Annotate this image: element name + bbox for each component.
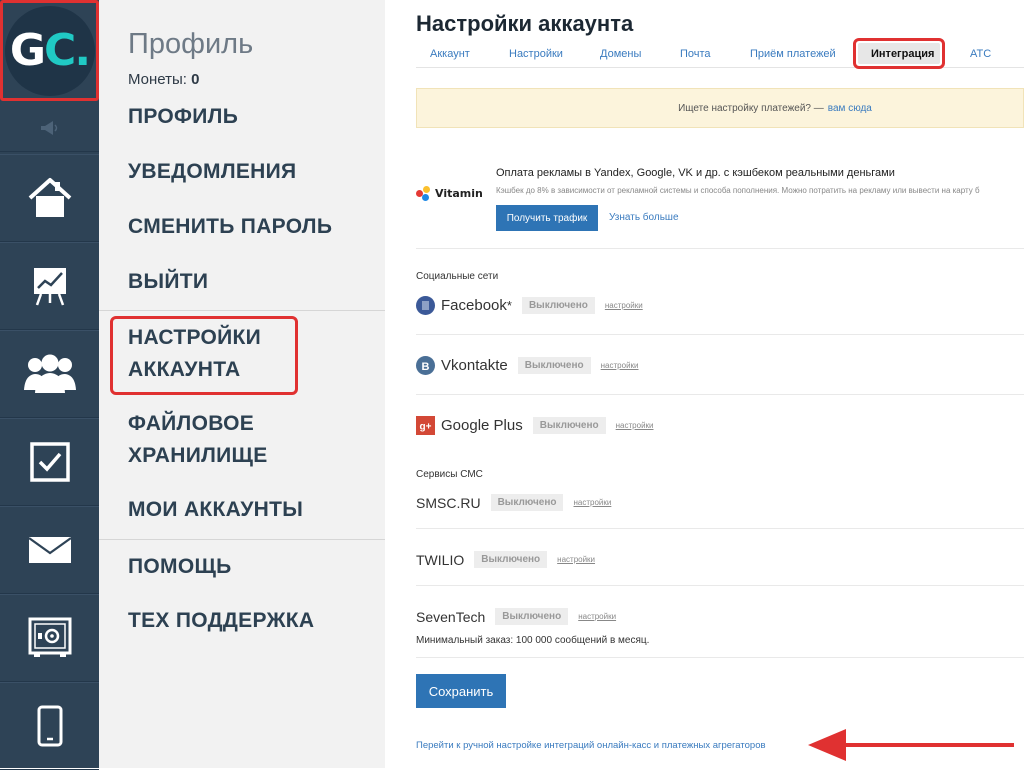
service-smsc: SMSC.RU Выключено настройки: [416, 494, 611, 511]
save-button[interactable]: Сохранить: [416, 674, 506, 708]
service-twilio: TWILIO Выключено настройки: [416, 551, 595, 568]
service-google-plus: g+ Google Plus Выключено настройки: [416, 416, 654, 435]
status-badge[interactable]: Выключено: [517, 357, 591, 374]
status-badge[interactable]: Выключено: [474, 551, 548, 568]
banner-link[interactable]: вам сюда: [828, 103, 872, 114]
learn-more-link[interactable]: Узнать больше: [609, 212, 679, 223]
tab-payments[interactable]: Приём платежей: [750, 48, 836, 60]
payments-banner: Ищете настройку платежей? — вам сюда: [416, 88, 1024, 128]
integration-tab-highlight: [853, 38, 945, 69]
service-name: SevenTech: [416, 608, 486, 625]
get-traffic-button[interactable]: Получить трафик: [496, 205, 598, 231]
mail-icon[interactable]: [0, 506, 99, 594]
menu-item-logout[interactable]: ВЫЙТИ: [128, 266, 208, 298]
settings-link[interactable]: настройки: [578, 612, 616, 621]
menu-item-tech-support[interactable]: ТЕХ ПОДДЕРЖКА: [128, 605, 314, 637]
main-content: Настройки аккаунта Аккаунт Настройки Дом…: [385, 0, 1024, 768]
divider: [416, 248, 1024, 249]
service-name: Vkontakte: [441, 357, 508, 374]
users-icon[interactable]: [0, 330, 99, 418]
annotation-arrow: [808, 729, 1014, 761]
status-badge[interactable]: Выключено: [490, 494, 564, 511]
tab-pbx[interactable]: АТС: [970, 48, 991, 60]
service-seventech: SevenTech Выключено настройки: [416, 608, 616, 625]
svg-text:g+: g+: [420, 422, 432, 433]
settings-link[interactable]: настройки: [601, 361, 639, 370]
tab-settings[interactable]: Настройки: [509, 48, 563, 60]
menu-divider: [99, 310, 385, 311]
menu-item-file-storage[interactable]: ФАЙЛОВОЕ ХРАНИЛИЩЕ: [128, 408, 268, 472]
vitamin-logo-text: Vitamin: [435, 187, 483, 200]
social-section-label: Социальные сети: [416, 271, 499, 282]
chart-icon[interactable]: [0, 242, 99, 330]
status-badge[interactable]: Выключено: [532, 417, 606, 434]
menu-item-file-storage-line2: ХРАНИЛИЩЕ: [128, 444, 268, 467]
vitamin-logo-icon: [416, 186, 431, 201]
home-icon[interactable]: [0, 154, 99, 242]
status-badge[interactable]: Выключено: [521, 297, 595, 314]
menu-item-help[interactable]: ПОМОЩЬ: [128, 551, 232, 583]
vitamin-title: Оплата рекламы в Yandex, Google, VK и др…: [496, 167, 895, 179]
google-plus-icon: g+: [416, 416, 435, 435]
service-name-asterisk: *: [506, 298, 512, 313]
tab-account[interactable]: Аккаунт: [430, 48, 470, 60]
service-facebook: Facebook * Выключено настройки: [416, 296, 643, 315]
menu-item-change-password[interactable]: СМЕНИТЬ ПАРОЛЬ: [128, 211, 332, 243]
divider: [416, 334, 1024, 335]
divider: [416, 528, 1024, 529]
vkontakte-icon: B: [416, 356, 435, 375]
megaphone-icon[interactable]: [0, 104, 99, 152]
service-name: Facebook: [441, 297, 507, 314]
menu-item-my-accounts[interactable]: МОИ АККАУНТЫ: [128, 494, 303, 526]
icon-rail: GC.: [0, 0, 99, 770]
tab-mail[interactable]: Почта: [680, 48, 711, 60]
page-title: Настройки аккаунта: [416, 11, 634, 36]
phone-icon[interactable]: [0, 682, 99, 770]
settings-link[interactable]: настройки: [616, 421, 654, 430]
sms-section-label: Сервисы СМС: [416, 469, 483, 480]
coins-balance: Монеты: 0: [128, 71, 199, 88]
settings-link[interactable]: настройки: [605, 301, 643, 310]
safe-icon[interactable]: [0, 594, 99, 682]
banner-text: Ищете настройку платежей? —: [678, 102, 824, 114]
menu-divider: [99, 539, 385, 540]
settings-link[interactable]: настройки: [573, 498, 611, 507]
logo-highlight[interactable]: GC.: [0, 0, 99, 101]
service-name: SMSC.RU: [416, 494, 481, 511]
manual-integration-link[interactable]: Перейти к ручной настройке интеграций он…: [416, 740, 766, 751]
divider: [416, 585, 1024, 586]
status-badge[interactable]: Выключено: [495, 608, 569, 625]
tab-domains[interactable]: Домены: [600, 48, 641, 60]
service-name: Google Plus: [441, 417, 523, 434]
seventech-note: Минимальный заказ: 100 000 сообщений в м…: [416, 635, 650, 646]
divider: [416, 394, 1024, 395]
service-vkontakte: B Vkontakte Выключено настройки: [416, 356, 639, 375]
coins-value: 0: [191, 71, 200, 88]
menu-title: Профиль: [128, 28, 254, 60]
settings-link[interactable]: настройки: [557, 555, 595, 564]
divider: [416, 657, 1024, 658]
menu-item-file-storage-line1: ФАЙЛОВОЕ: [128, 412, 255, 435]
checkbox-icon[interactable]: [0, 418, 99, 506]
vitamin-description: Кэшбек до 8% в зависимости от рекламной …: [496, 186, 980, 195]
service-name: TWILIO: [416, 551, 465, 568]
account-settings-highlight: [110, 316, 298, 395]
svg-text:B: B: [422, 361, 430, 373]
coins-label: Монеты:: [128, 71, 187, 88]
menu-item-profile[interactable]: ПРОФИЛЬ: [128, 101, 238, 133]
logo[interactable]: GC.: [4, 5, 95, 96]
menu-item-notifications[interactable]: УВЕДОМЛЕНИЯ: [128, 156, 296, 188]
vitamin-logo: Vitamin: [416, 186, 483, 201]
facebook-icon: [416, 296, 435, 315]
